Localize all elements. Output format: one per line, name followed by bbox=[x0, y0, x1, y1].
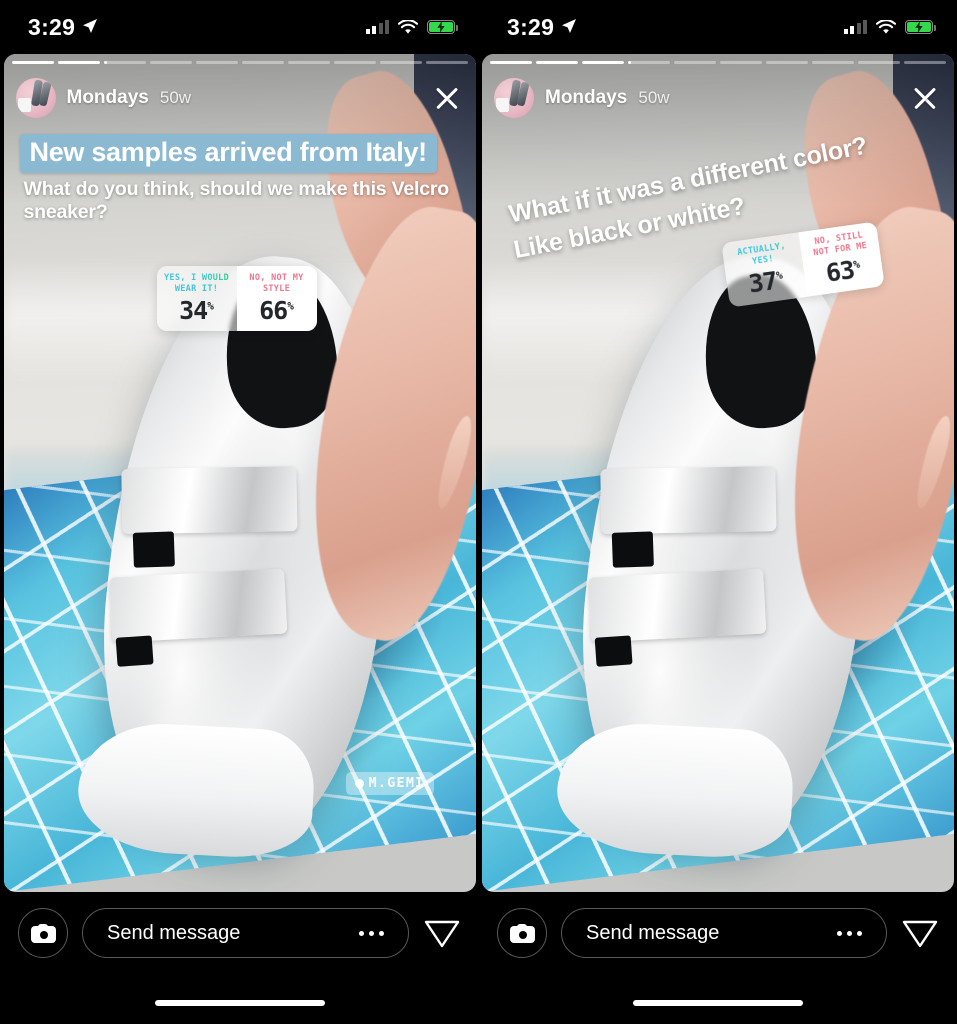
progress-segment bbox=[57, 61, 100, 64]
close-icon[interactable] bbox=[908, 81, 942, 115]
poll-sticker-1[interactable]: YES, I WOULD WEAR IT! 34% NO, NOT MY STY… bbox=[156, 266, 317, 332]
story-card-1[interactable]: Mondays 50w New samples arrived from Ita… bbox=[3, 54, 476, 892]
progress-segment bbox=[425, 61, 468, 64]
progress-segment bbox=[241, 61, 284, 64]
story-username[interactable]: Mondays bbox=[67, 87, 149, 109]
camera-icon bbox=[509, 923, 535, 943]
progress-segment bbox=[858, 61, 900, 64]
story-header-2: Mondays 50w bbox=[494, 74, 942, 122]
location-sticker-text: M.GEMI bbox=[368, 775, 425, 791]
progress-segment bbox=[674, 61, 716, 64]
story-headline-text: New samples arrived from Italy! bbox=[19, 134, 437, 173]
story-header-1: Mondays 50w bbox=[15, 74, 464, 122]
battery-charging-icon bbox=[427, 20, 458, 34]
progress-segment bbox=[379, 61, 422, 64]
status-right-group bbox=[365, 19, 458, 35]
progress-segment bbox=[11, 61, 54, 64]
story-card-2[interactable]: Mondays 50w What if it was a different c… bbox=[482, 54, 954, 892]
profile-avatar[interactable] bbox=[15, 78, 56, 118]
progress-segment bbox=[490, 61, 532, 64]
progress-segment bbox=[628, 61, 670, 64]
progress-segment bbox=[582, 61, 624, 64]
story-timestamp: 50w bbox=[638, 88, 670, 107]
poll-option-no[interactable]: NO, NOT MY STYLE 66% bbox=[236, 266, 317, 332]
story-progress-bar-2 bbox=[490, 61, 946, 64]
send-direct-icon[interactable] bbox=[901, 916, 939, 950]
poll-option-label: NO, NOT MY STYLE bbox=[249, 273, 304, 294]
profile-avatar[interactable] bbox=[494, 78, 534, 118]
location-sticker[interactable]: M.GEMI bbox=[345, 772, 434, 795]
poll-option-label: YES, I WOULD WEAR IT! bbox=[161, 273, 233, 294]
bottom-bar-left: Send message bbox=[0, 892, 479, 1024]
phone-panel-left: 3:29 Mondays 50w New samples arrived fro… bbox=[0, 0, 479, 1024]
signal-bars-icon bbox=[843, 20, 867, 34]
send-message-placeholder: Send message bbox=[586, 921, 720, 944]
wifi-icon bbox=[876, 19, 896, 34]
wifi-icon bbox=[398, 19, 418, 34]
reply-row: Send message bbox=[0, 906, 479, 960]
status-left-group: 3:29 bbox=[507, 14, 577, 41]
send-direct-icon[interactable] bbox=[423, 916, 461, 950]
camera-button[interactable] bbox=[497, 908, 547, 958]
battery-charging-icon bbox=[905, 20, 936, 34]
poll-option-yes[interactable]: ACTUALLY, YES! 37% bbox=[721, 232, 807, 307]
status-time: 3:29 bbox=[507, 13, 555, 40]
more-options-icon[interactable] bbox=[837, 930, 862, 936]
send-message-input[interactable]: Send message bbox=[82, 908, 409, 958]
send-message-input[interactable]: Send message bbox=[561, 908, 887, 958]
camera-icon bbox=[30, 923, 56, 943]
reply-row: Send message bbox=[479, 906, 957, 960]
location-arrow-icon bbox=[83, 19, 98, 33]
progress-segment bbox=[195, 61, 238, 64]
more-options-icon[interactable] bbox=[359, 930, 384, 936]
status-bar-right: 3:29 bbox=[479, 0, 957, 54]
poll-option-percent: 34% bbox=[179, 296, 214, 326]
poll-option-percent: 66% bbox=[259, 296, 294, 326]
home-indicator bbox=[154, 1000, 325, 1006]
home-indicator bbox=[633, 1000, 803, 1006]
progress-segment bbox=[720, 61, 762, 64]
poll-option-no[interactable]: NO, STILL NOT FOR ME 63% bbox=[798, 221, 885, 297]
location-arrow-icon bbox=[562, 19, 577, 33]
status-right-group bbox=[843, 19, 936, 35]
status-time: 3:29 bbox=[28, 13, 76, 40]
story-timestamp: 50w bbox=[159, 88, 192, 107]
send-message-placeholder: Send message bbox=[107, 921, 241, 944]
progress-segment bbox=[333, 61, 376, 64]
poll-option-yes[interactable]: YES, I WOULD WEAR IT! 34% bbox=[157, 266, 237, 331]
close-icon[interactable] bbox=[430, 81, 464, 115]
location-pin-icon bbox=[352, 776, 366, 790]
status-bar-left: 3:29 bbox=[0, 0, 479, 54]
bottom-bar-right: Send message bbox=[479, 892, 957, 1024]
progress-segment bbox=[149, 61, 192, 64]
story-subline-text: What do you think, should we make this V… bbox=[23, 178, 450, 223]
progress-segment bbox=[287, 61, 330, 64]
story-progress-bar-1 bbox=[11, 61, 468, 64]
story-username[interactable]: Mondays bbox=[545, 87, 627, 109]
progress-segment bbox=[766, 61, 808, 64]
progress-segment bbox=[904, 61, 946, 64]
progress-segment bbox=[536, 61, 578, 64]
camera-button[interactable] bbox=[18, 908, 68, 958]
progress-segment bbox=[812, 61, 854, 64]
progress-segment bbox=[103, 61, 146, 64]
signal-bars-icon bbox=[365, 20, 389, 34]
phone-panel-right: 3:29 Mondays 50w What if it was a differ… bbox=[479, 0, 957, 1024]
status-left-group: 3:29 bbox=[28, 14, 98, 41]
dual-story-screenshot: 3:29 Mondays 50w New samples arrived fro… bbox=[0, 0, 957, 1024]
